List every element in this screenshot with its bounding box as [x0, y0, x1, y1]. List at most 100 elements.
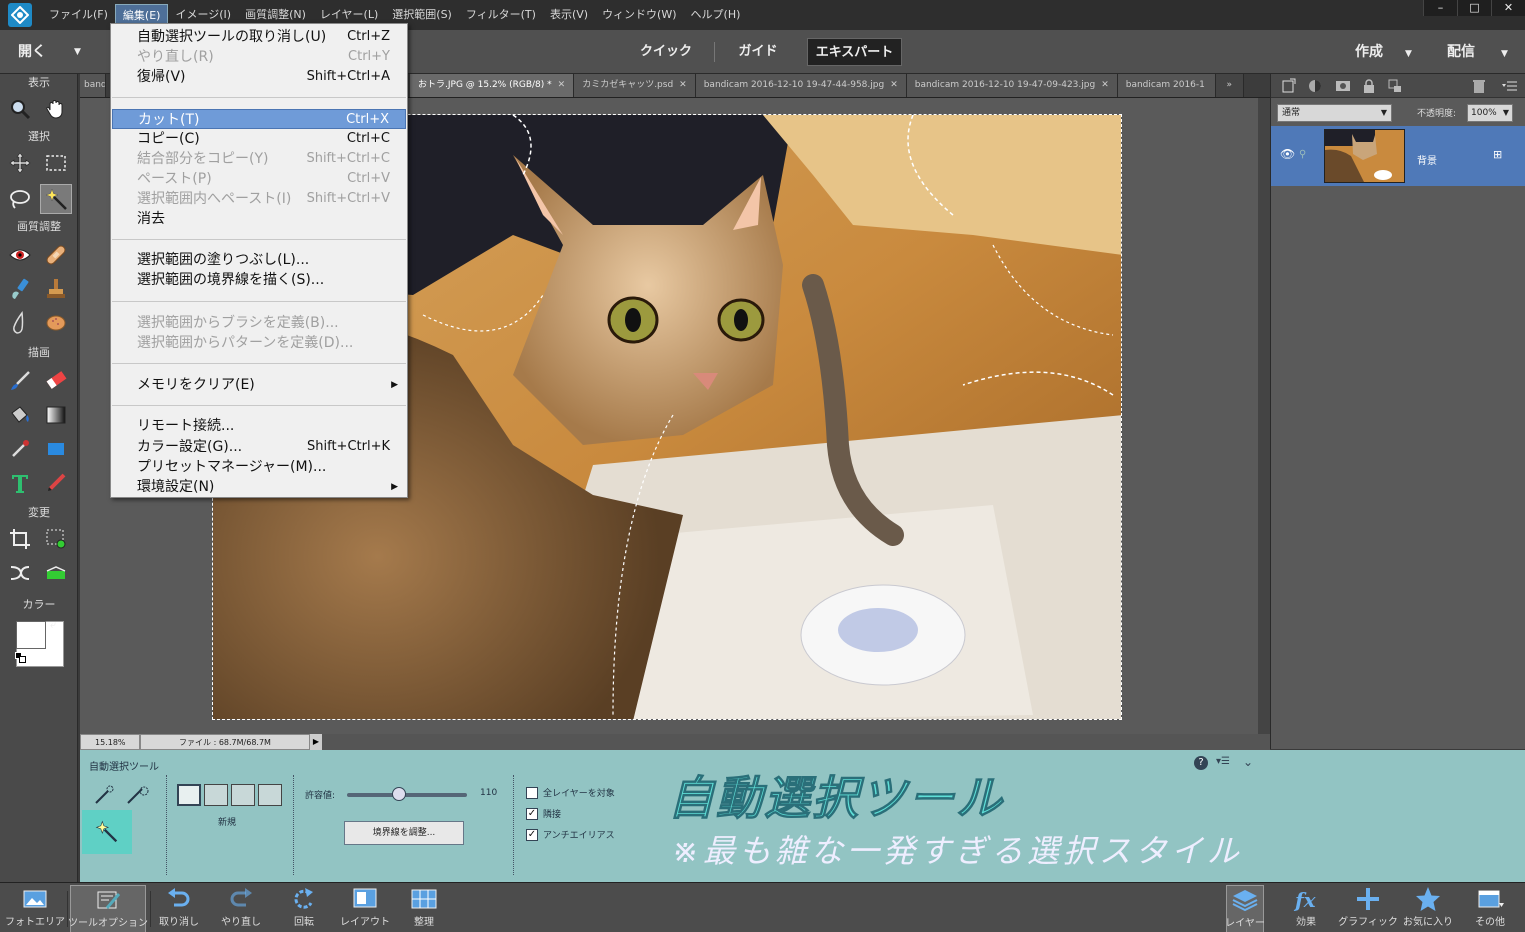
new-selection-mode[interactable]	[177, 784, 201, 806]
menu-item-copy[interactable]: コピー(C) Ctrl+C	[112, 129, 406, 149]
lock-icon[interactable]	[1361, 78, 1377, 94]
more-tabs-icon[interactable]: »	[1215, 74, 1244, 97]
vertical-scrollbar[interactable]	[1258, 98, 1270, 734]
tab-quick[interactable]: クイック	[626, 38, 706, 66]
brush-tool[interactable]	[4, 366, 36, 396]
quick-selection-icon[interactable]	[90, 783, 118, 807]
new-layer-icon[interactable]	[1281, 78, 1297, 94]
sponge-tool[interactable]	[40, 308, 72, 338]
link-icon[interactable]: ⚲	[1299, 149, 1306, 160]
zoom-tool[interactable]	[4, 94, 36, 124]
menu-item-revert[interactable]: 復帰(V) Shift+Ctrl+A	[112, 67, 406, 87]
menu-item-fill-selection[interactable]: 選択範囲の塗りつぶし(L)...	[112, 250, 406, 270]
subtract-selection-mode[interactable]	[231, 784, 255, 806]
close-button[interactable]: ✕	[1491, 0, 1525, 16]
red-eye-tool[interactable]	[4, 240, 36, 270]
crop-tool[interactable]	[4, 524, 36, 554]
tolerance-slider-thumb[interactable]	[391, 787, 406, 801]
blend-mode-select[interactable]: 通常 ▼	[1277, 104, 1392, 122]
effects-button[interactable]: fx 効果	[1288, 885, 1324, 932]
options-menu-icon[interactable]: ▾☰	[1216, 756, 1230, 767]
clone-stamp-tool[interactable]	[40, 274, 72, 304]
eyedropper-tool[interactable]	[4, 434, 36, 464]
visibility-eye-icon[interactable]: 👁	[1280, 147, 1295, 161]
menu-item-delete[interactable]: 消去	[112, 209, 406, 229]
hand-tool[interactable]	[40, 94, 72, 124]
redo-button[interactable]: やり直し	[218, 885, 264, 932]
menu-item-stroke-selection[interactable]: 選択範囲の境界線を描く(S)...	[112, 270, 406, 290]
undo-button[interactable]: 取り消し	[156, 885, 202, 932]
eraser-tool[interactable]	[40, 366, 72, 396]
foreground-color-swatch[interactable]	[16, 621, 46, 649]
menu-item-preferences[interactable]: 環境設定(N) ▶	[112, 477, 406, 497]
type-tool[interactable]	[4, 468, 36, 498]
close-icon[interactable]: ✕	[890, 80, 898, 90]
play-arrow-icon[interactable]: ▶	[310, 734, 322, 750]
collapse-icon[interactable]: ⌄	[1243, 755, 1253, 769]
sample-all-layers-checkbox[interactable]: 全レイヤーを対象	[526, 786, 615, 799]
tolerance-slider[interactable]	[347, 793, 467, 797]
spot-healing-tool[interactable]	[40, 240, 72, 270]
recompose-tool[interactable]	[40, 524, 72, 554]
menu-item-cut[interactable]: カット(T) Ctrl+X	[112, 109, 406, 129]
menu-filter[interactable]: フィルター(T)	[459, 4, 543, 26]
menu-item-undo[interactable]: 自動選択ツールの取り消し(U) Ctrl+Z	[112, 27, 406, 47]
doc-tab-active[interactable]: おトラ.JPG @ 15.2% (RGB/8) * ✕	[410, 74, 575, 97]
refine-edge-button[interactable]: 境界線を調整...	[344, 821, 464, 845]
menu-view[interactable]: 表示(V)	[543, 4, 595, 26]
intersect-selection-mode[interactable]	[258, 784, 282, 806]
menu-file[interactable]: ファイル(F)	[42, 4, 115, 26]
selection-brush-icon[interactable]	[122, 783, 150, 807]
tool-options-button[interactable]: ツールオプション	[68, 885, 148, 932]
layer-mask-icon[interactable]	[1335, 78, 1351, 94]
tolerance-value[interactable]: 110	[480, 788, 497, 798]
trash-icon[interactable]	[1471, 78, 1487, 94]
favorites-button[interactable]: お気に入り	[1400, 885, 1456, 932]
zoom-level[interactable]: 15.18%	[80, 734, 140, 750]
opacity-input[interactable]: 100% ▼	[1467, 104, 1513, 122]
doc-tab[interactable]: bandicam 2016-1	[1117, 74, 1216, 97]
doc-tab[interactable]: bandicam 2016-12-10 19-47-09-423.jpg ✕	[906, 74, 1118, 97]
menu-item-preset-manager[interactable]: プリセットマネージャー(M)...	[112, 457, 406, 477]
layer-row-background[interactable]: 👁 ⚲ 背景 ⊞	[1271, 126, 1525, 186]
smart-brush-tool[interactable]	[4, 274, 36, 304]
rotate-button[interactable]: 回転	[284, 885, 324, 932]
open-button[interactable]: 開く ▼	[0, 30, 90, 74]
photo-bin-button[interactable]: フォトエリア	[5, 885, 65, 932]
close-icon[interactable]: ✕	[1101, 80, 1109, 90]
smudge-tool[interactable]	[4, 308, 36, 338]
menu-window[interactable]: ウィンドウ(W)	[595, 4, 683, 26]
doc-tab[interactable]: カミカゼキャッツ.psd ✕	[574, 74, 696, 97]
maximize-button[interactable]: □	[1457, 0, 1491, 16]
pencil-tool[interactable]	[40, 468, 72, 498]
magic-wand-option[interactable]	[82, 810, 132, 854]
menu-item-color-settings[interactable]: カラー設定(G)... Shift+Ctrl+K	[112, 437, 406, 457]
straighten-tool[interactable]	[40, 558, 72, 588]
swap-colors-icon[interactable]: ⤶	[50, 618, 56, 632]
panel-menu-icon[interactable]	[1502, 78, 1518, 94]
graphics-button[interactable]: グラフィック	[1338, 885, 1398, 932]
magic-wand-tool[interactable]	[40, 184, 72, 214]
more-button[interactable]: その他	[1468, 885, 1512, 932]
close-icon[interactable]: ✕	[558, 80, 566, 90]
lock-all-icon[interactable]	[1387, 78, 1403, 94]
minimize-button[interactable]: –	[1423, 0, 1457, 16]
anti-alias-checkbox[interactable]: ✓ アンチエイリアス	[526, 828, 615, 841]
default-colors-icon[interactable]	[15, 652, 27, 664]
create-button[interactable]: 作成 ▼	[1355, 30, 1412, 74]
lasso-tool[interactable]	[4, 184, 36, 214]
share-button[interactable]: 配信 ▼	[1447, 30, 1508, 74]
contiguous-checkbox[interactable]: ✓ 隣接	[526, 807, 561, 820]
marquee-tool[interactable]	[40, 148, 72, 178]
content-aware-move-tool[interactable]	[4, 558, 36, 588]
layers-button[interactable]: レイヤー	[1225, 885, 1265, 932]
close-icon[interactable]: ✕	[679, 80, 687, 90]
arrange-button[interactable]: 整理	[404, 885, 444, 932]
tab-expert[interactable]: エキスパート	[807, 38, 902, 66]
gradient-tool[interactable]	[40, 400, 72, 430]
paint-bucket-tool[interactable]	[4, 400, 36, 430]
layout-button[interactable]: レイアウト	[340, 885, 390, 932]
doc-tab[interactable]: bandicam 2016-12-10 19-47-44-958.jpg ✕	[695, 74, 907, 97]
shape-tool[interactable]	[40, 434, 72, 464]
tab-guided[interactable]: ガイド	[720, 38, 796, 66]
